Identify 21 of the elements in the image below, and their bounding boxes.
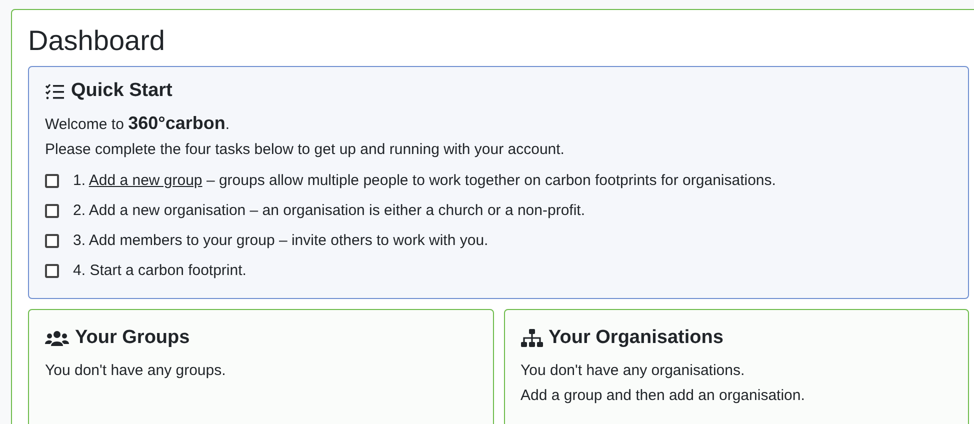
checklist-icon — [45, 82, 65, 100]
task-text: 1. Add a new group – groups allow multiple people to work together on carbon footprints for organisations. — [73, 170, 776, 191]
task-text: 4. Start a carbon footprint. — [73, 260, 246, 281]
intro-text: Please complete the four tasks below to get up and running with your account. — [45, 140, 566, 160]
page-title: Dashboard — [28, 24, 166, 58]
task-text: 2. Add a new organisation – an organisation is either a church or a non-profit. — [73, 200, 585, 221]
card-text: Add a group and then add an organisation. — [520, 386, 806, 406]
task-checkbox[interactable] — [45, 234, 59, 248]
people-icon — [45, 330, 69, 346]
hierarchy-icon — [520, 328, 542, 348]
task-text: 3. Add members to your group – invite others to work with you. — [73, 230, 488, 251]
quick-start-title: Quick Start — [71, 79, 172, 103]
task-checkbox[interactable] — [45, 204, 59, 218]
card-text: You don't have any groups. — [45, 361, 227, 381]
card-title: Your Organisations — [548, 326, 724, 350]
add-group-link[interactable]: Add a new group — [88, 172, 202, 189]
card-text: You don't have any organisations. — [520, 361, 746, 381]
welcome-text: Welcome to 360°carbon. — [45, 112, 231, 135]
task-checkbox[interactable] — [45, 264, 59, 278]
card-title: Your Groups — [75, 326, 190, 350]
task-checkbox[interactable] — [45, 174, 59, 188]
